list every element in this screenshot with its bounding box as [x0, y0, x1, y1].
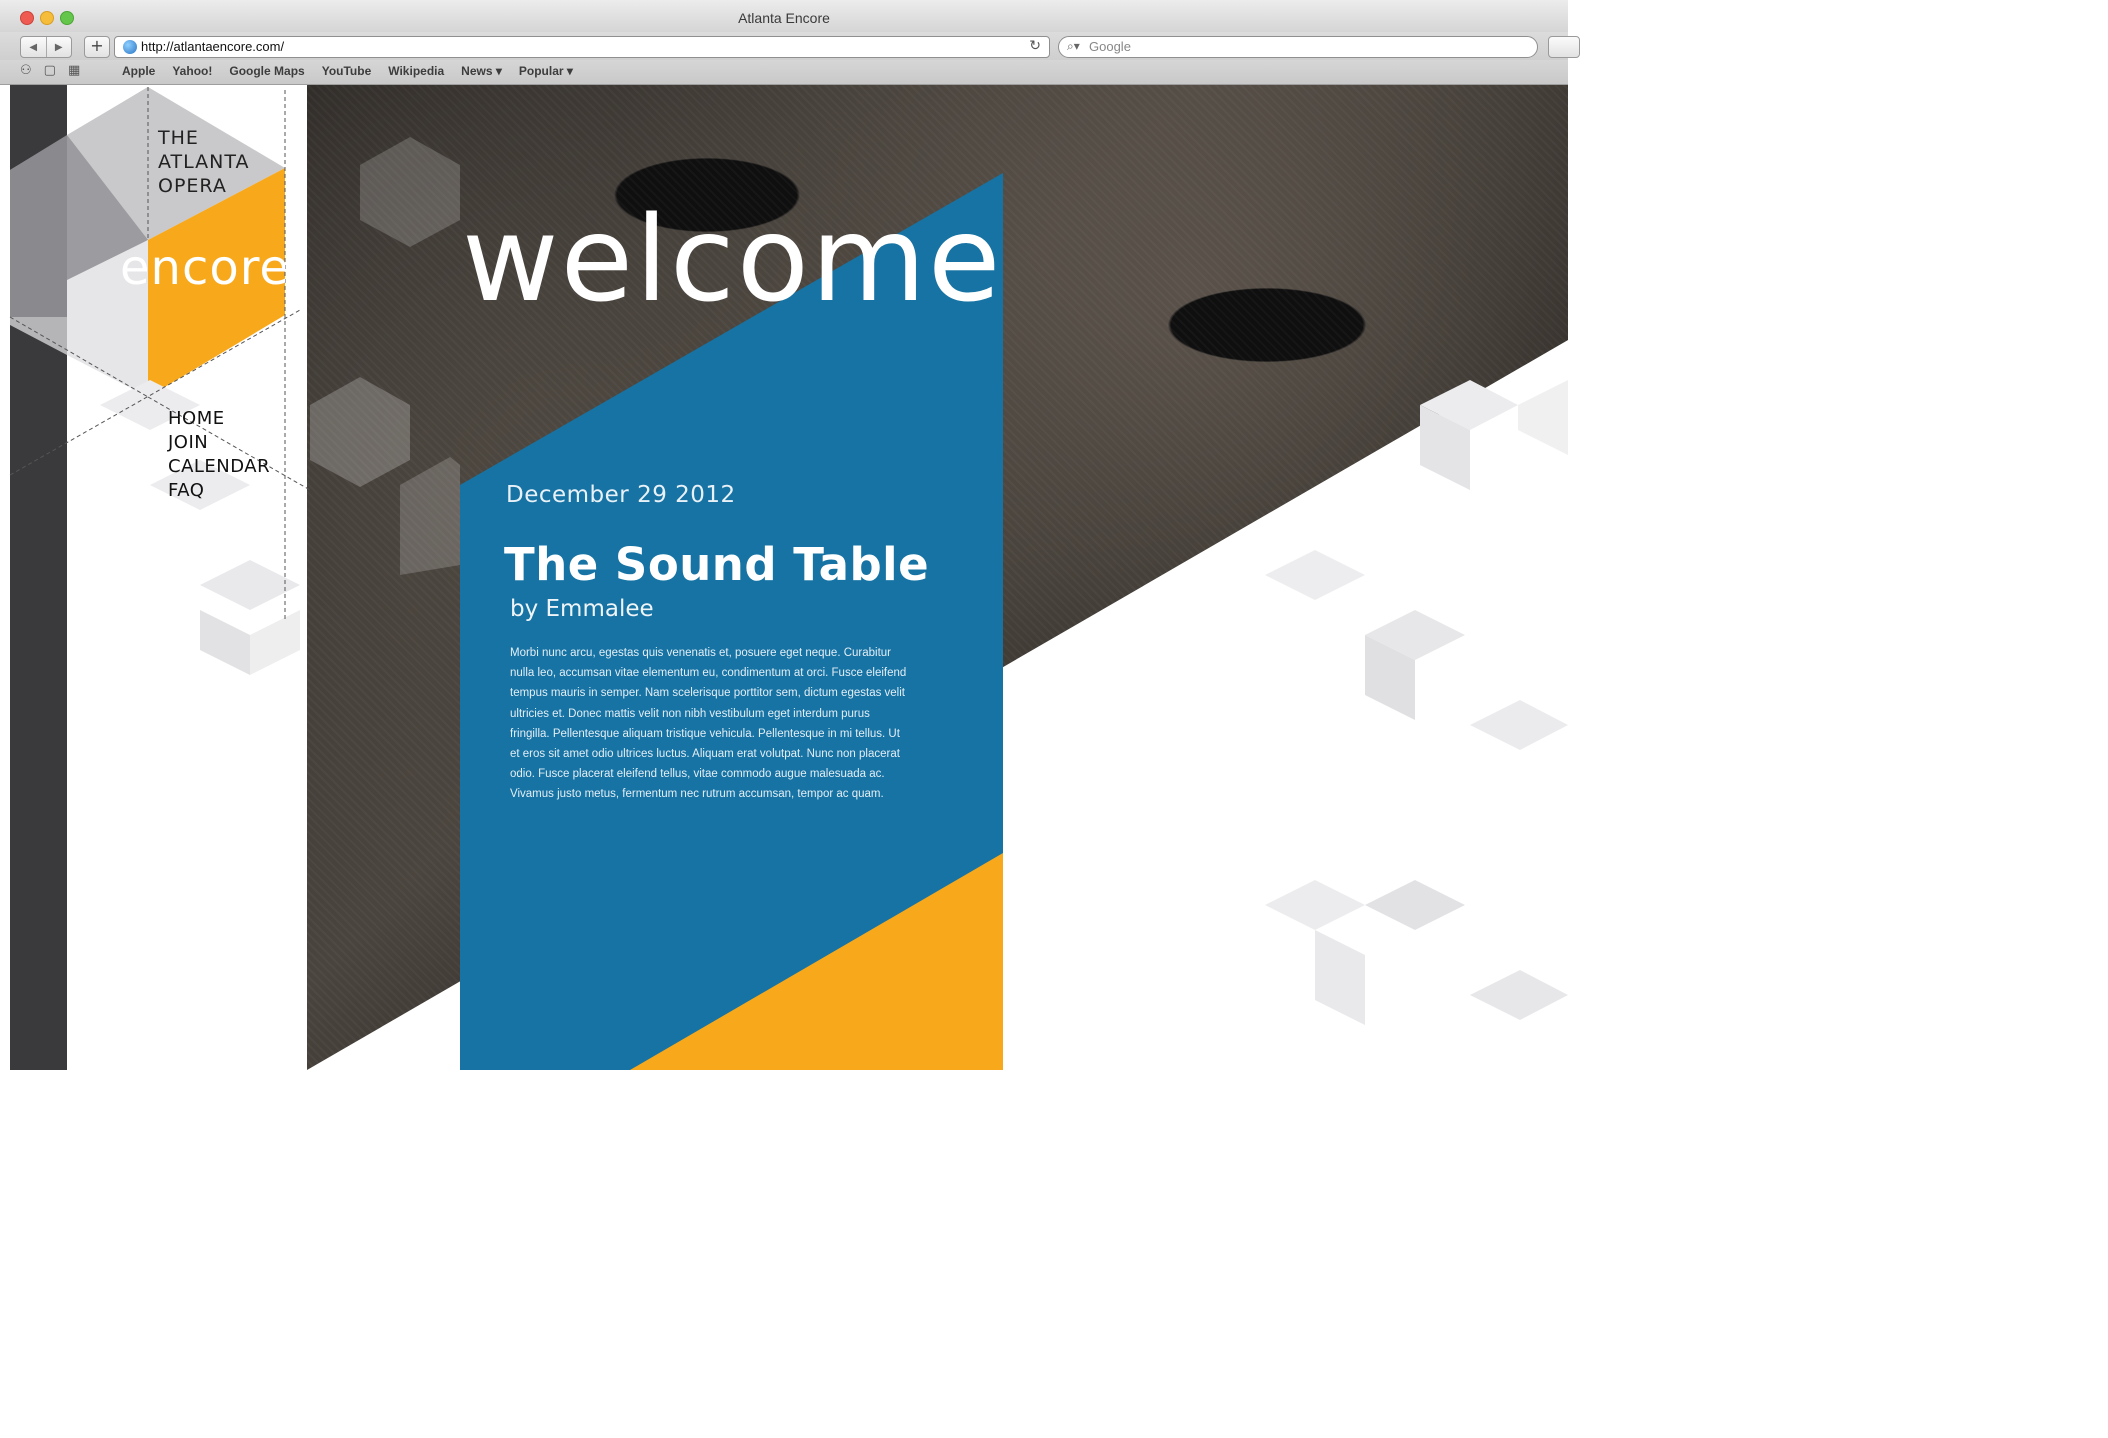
bookmark-apple[interactable]: Apple [122, 64, 155, 78]
bookmarks-bar: ⚇▢▦ Apple Yahoo! Google Maps YouTube Wik… [0, 60, 1568, 85]
cube-pattern-graphic [1265, 380, 1568, 1025]
encore-wordmark[interactable]: encore [120, 240, 285, 296]
bookmark-links: Apple Yahoo! Google Maps YouTube Wikiped… [122, 64, 573, 78]
globe-icon [123, 40, 137, 54]
bookmarks-book-icon[interactable]: ▢ [44, 63, 68, 78]
article-title[interactable]: The Sound Table [504, 538, 929, 591]
bookmark-google-maps[interactable]: Google Maps [229, 64, 304, 78]
new-tab-button[interactable]: + [84, 36, 110, 58]
window-titlebar: Atlanta Encore [0, 0, 1568, 33]
article-date: December 29 2012 [506, 482, 736, 508]
bookmark-wikipedia[interactable]: Wikipedia [388, 64, 444, 78]
history-buttons: ◀ ▶ [20, 36, 72, 58]
search-field[interactable]: ⌕▾ Google [1058, 36, 1538, 58]
address-bar-url[interactable]: http://atlantaencore.com/ [141, 39, 284, 54]
bookmark-youtube[interactable]: YouTube [322, 64, 372, 78]
brand-line-atlanta: ATLANTA [158, 151, 250, 173]
bookmark-yahoo[interactable]: Yahoo! [172, 64, 212, 78]
nav-calendar[interactable]: CALENDAR [168, 455, 270, 479]
hex-overlay-graphic [310, 137, 460, 575]
reading-list-icon[interactable]: ⚇ [20, 63, 44, 78]
back-button[interactable]: ◀ [21, 37, 46, 57]
hero-heading: welcome [462, 190, 1003, 328]
nav-faq[interactable]: FAQ [168, 479, 270, 503]
reader-button[interactable] [1548, 36, 1580, 58]
browser-toolbar: ◀ ▶ + http://atlantaencore.com/ ↻ ⌕▾ Goo… [0, 32, 1580, 60]
nav-home[interactable]: HOME [168, 407, 270, 431]
brand-line-opera: OPERA [158, 175, 227, 197]
bookmark-popular-menu[interactable]: Popular ▾ [519, 64, 573, 78]
search-placeholder[interactable]: Google [1089, 39, 1131, 54]
logo-cube-graphic [9, 87, 310, 675]
article-body: Morbi nunc arcu, egestas quis venenatis … [510, 647, 907, 801]
nav-join[interactable]: JOIN [168, 431, 270, 455]
reload-icon[interactable]: ↻ [1029, 38, 1041, 54]
article-byline: by Emmalee [510, 596, 654, 622]
top-sites-grid-icon[interactable]: ▦ [68, 63, 92, 78]
window-title: Atlanta Encore [738, 10, 830, 26]
main-nav: HOME JOIN CALENDAR FAQ [168, 407, 270, 503]
bookmark-icons: ⚇▢▦ [20, 63, 92, 78]
bookmark-news-menu[interactable]: News ▾ [461, 64, 502, 78]
search-icon: ⌕▾ [1067, 39, 1080, 53]
brand-line-the: THE [158, 127, 199, 149]
web-page: THE ATLANTA OPERA encore HOME JOIN CALEN… [0, 85, 1568, 1070]
address-bar[interactable]: http://atlantaencore.com/ ↻ [114, 36, 1050, 58]
forward-button[interactable]: ▶ [45, 37, 72, 57]
